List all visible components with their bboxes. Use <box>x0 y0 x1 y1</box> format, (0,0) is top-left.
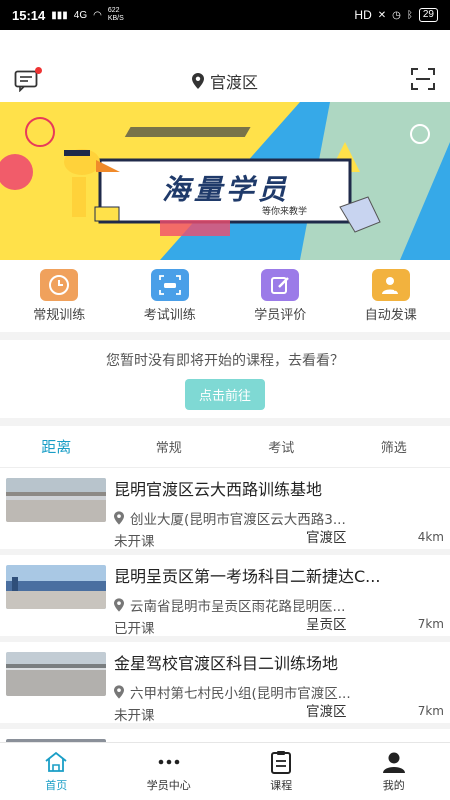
venue-info: 昆明呈贡区第一考场科目二新捷达C... 云南省昆明市呈贡区雨花路昆明医... 已… <box>114 563 444 637</box>
banner-subtitle: 等你来教学 <box>262 207 308 217</box>
signal-type: 4G <box>73 9 88 21</box>
venue-district: 官渡区 <box>306 530 347 546</box>
list-item[interactable]: 昆明呈贡区第一考场科目二新捷达C... 云南省昆明市呈贡区雨花路昆明医... 已… <box>0 555 450 642</box>
nav-mine[interactable]: 我的 <box>349 750 439 793</box>
message-icon[interactable] <box>14 67 42 93</box>
nav-label: 我的 <box>382 779 405 792</box>
quick-actions: 常规训练 考试训练 学员评价 自动发课 <box>0 260 450 332</box>
wifi-icon: ◠ <box>93 9 102 21</box>
home-icon <box>43 750 69 774</box>
banner-title: 海量学员 <box>162 173 291 206</box>
venue-address: 六甲村第七村民小组(昆明市官渡区... <box>114 682 414 702</box>
venue-distance: 7km <box>417 704 444 718</box>
location-pin-icon <box>114 598 124 612</box>
venue-address-text: 六甲村第七村民小组(昆明市官渡区... <box>130 686 351 702</box>
top-bar: 官渡区 <box>0 60 450 102</box>
nav-label: 首页 <box>45 779 68 792</box>
alarm-icon: ◷ <box>392 9 401 21</box>
venue-address-text: 创业大厦(昆明市官渡区云大西路3... <box>130 512 346 528</box>
nav-courses[interactable]: 课程 <box>236 750 326 793</box>
location-pin-icon <box>114 685 124 699</box>
status-bar: 15:14 ▮▮▮ 4G ◠ 622 KB/S HD ✕ ◷ ᛒ 29 <box>0 0 450 30</box>
venue-status: 已开课 <box>114 621 155 637</box>
filter-tabs: 距离 常规 考试 筛选 <box>0 426 450 468</box>
battery-icon: 29 <box>418 8 438 22</box>
scan-icon[interactable] <box>410 67 436 95</box>
venue-district: 官渡区 <box>306 704 347 720</box>
bottom-nav: 首页 学员中心 课程 我的 <box>0 742 450 800</box>
nav-student-center[interactable]: 学员中心 <box>124 750 214 793</box>
network-speed: 622 KB/S <box>108 7 124 23</box>
notice-text: 您暂时没有即将开始的课程，去看看？ <box>106 353 344 369</box>
tab-filter[interactable]: 筛选 <box>354 437 434 456</box>
venue-list: 昆明官渡区云大西路训练基地 创业大厦(昆明市官渡区云大西路3... 未开课 官渡… <box>0 468 450 769</box>
nav-home[interactable]: 首页 <box>11 750 101 793</box>
car-icon <box>150 269 189 301</box>
location-pin-icon <box>114 511 124 525</box>
tab-exam[interactable]: 考试 <box>241 437 321 456</box>
quick-item-label: 自动发课 <box>364 308 417 323</box>
more-dots-icon <box>156 750 182 774</box>
tab-regular[interactable]: 常规 <box>129 437 209 456</box>
venue-name: 昆明呈贡区第一考场科目二新捷达C... <box>114 567 381 586</box>
course-notice: 您暂时没有即将开始的课程，去看看？ 点击前往 <box>0 340 450 418</box>
quick-item-label: 学员评价 <box>254 308 307 323</box>
header-spacer <box>0 30 450 60</box>
status-time: 15:14 <box>12 7 46 23</box>
user-arrow-icon <box>371 269 410 301</box>
tab-distance[interactable]: 距离 <box>16 436 96 457</box>
venue-status: 未开课 <box>114 534 155 550</box>
mute-icon: ✕ <box>377 9 387 21</box>
promo-banner[interactable]: 海量学员 等你来教学 <box>0 102 450 260</box>
go-button[interactable]: 点击前往 <box>184 379 265 410</box>
quick-item-auto-dispatch[interactable]: 自动发课 <box>346 269 436 323</box>
hd-indicator: HD <box>354 8 372 22</box>
venue-distance: 7km <box>417 617 444 631</box>
venue-thumbnail <box>6 652 106 696</box>
venue-name: 金星驾校官渡区科目二训练场地 <box>114 654 339 673</box>
list-item[interactable]: 金星驾校官渡区科目二训练场地 六甲村第七村民小组(昆明市官渡区... 未开课 官… <box>0 642 450 729</box>
clock-icon <box>40 269 79 301</box>
quick-item-routine-training[interactable]: 常规训练 <box>14 269 104 323</box>
quick-item-exam-training[interactable]: 考试训练 <box>125 269 215 323</box>
quick-item-student-review[interactable]: 学员评价 <box>235 269 325 323</box>
network-speed-unit: KB/S <box>107 15 124 22</box>
venue-info: 金星驾校官渡区科目二训练场地 六甲村第七村民小组(昆明市官渡区... 未开课 官… <box>114 650 444 724</box>
bluetooth-icon: ᛒ <box>406 9 413 21</box>
venue-status: 未开课 <box>114 708 155 724</box>
quick-item-label: 常规训练 <box>33 308 86 323</box>
list-item[interactable]: 昆明官渡区云大西路训练基地 创业大厦(昆明市官渡区云大西路3... 未开课 官渡… <box>0 468 450 555</box>
location-selector[interactable]: 官渡区 <box>191 69 258 93</box>
venue-distance: 4km <box>417 530 444 544</box>
quick-item-label: 考试训练 <box>143 308 196 323</box>
venue-address: 云南省昆明市呈贡区雨花路昆明医... <box>114 595 414 615</box>
nav-label: 课程 <box>270 779 293 792</box>
location-pin-icon <box>191 73 204 89</box>
network-speed-value: 622 <box>107 7 120 14</box>
venue-thumbnail <box>6 565 106 609</box>
venue-district: 呈贡区 <box>306 617 347 633</box>
location-label: 官渡区 <box>209 73 258 92</box>
venue-thumbnail <box>6 478 106 522</box>
venue-info: 昆明官渡区云大西路训练基地 创业大厦(昆明市官渡区云大西路3... 未开课 官渡… <box>114 476 444 550</box>
clipboard-icon <box>270 750 292 774</box>
venue-name: 昆明官渡区云大西路训练基地 <box>114 480 323 499</box>
edit-icon <box>261 269 300 301</box>
venue-address-text: 云南省昆明市呈贡区雨花路昆明医... <box>130 599 346 615</box>
user-icon <box>382 750 406 774</box>
unread-dot <box>35 67 42 74</box>
venue-address: 创业大厦(昆明市官渡区云大西路3... <box>114 508 414 528</box>
nav-label: 学员中心 <box>146 779 191 792</box>
signal-icon: ▮▮▮ <box>51 9 68 21</box>
